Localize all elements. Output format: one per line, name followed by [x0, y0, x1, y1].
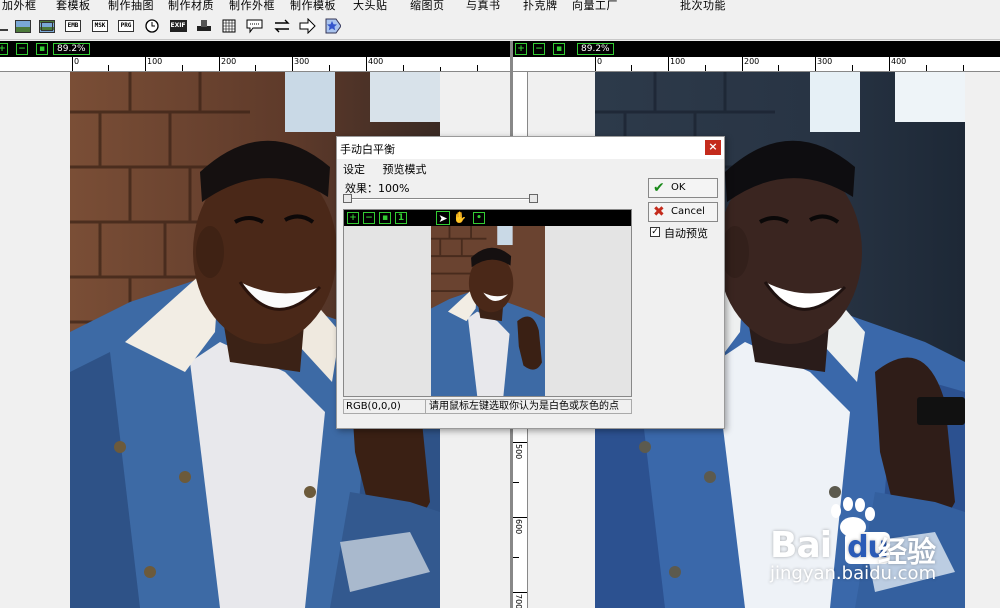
dialog-menu-settings[interactable]: 设定	[343, 163, 365, 176]
menu-item-add-frame[interactable]: 加外框	[2, 0, 37, 12]
preview-fit-icon[interactable]: ▪	[379, 212, 391, 224]
menu-item-vector[interactable]: 向量工厂	[572, 0, 618, 12]
zoom-out-icon[interactable]: −	[16, 43, 28, 55]
baidu-url: jingyan.baidu.com	[770, 563, 937, 584]
right-zoom-percent: 89.2%	[577, 43, 614, 55]
slider-thumb[interactable]	[529, 194, 538, 203]
left-canvas-bg	[0, 72, 70, 608]
zoom-out-icon-right[interactable]: −	[533, 43, 545, 55]
eyedropper-icon[interactable]: •	[473, 212, 485, 224]
close-icon[interactable]: ×	[705, 140, 721, 155]
clock-icon[interactable]	[143, 17, 161, 35]
menu-item-make-frame[interactable]: 制作外框	[229, 0, 275, 12]
prg-icon[interactable]: PRG	[117, 17, 135, 35]
arrow-right-icon[interactable]	[299, 17, 317, 35]
exif-icon[interactable]: EXIF	[169, 17, 187, 35]
menu-item-material[interactable]: 制作材质	[168, 0, 214, 12]
preview-frame: + − ▪ 1 ➤ ✋ •	[343, 209, 632, 397]
right-horizontal-ruler: 0 100 200 300 400	[513, 57, 1000, 72]
preview-toolbar: + − ▪ 1 ➤ ✋ •	[344, 210, 631, 226]
menu-item-book[interactable]: 与真书	[466, 0, 501, 12]
crop-icon[interactable]	[0, 17, 10, 35]
msk-icon[interactable]: MSK	[91, 17, 109, 35]
menu-item-thumbnail[interactable]: 缩图页	[410, 0, 445, 12]
image-icon[interactable]	[14, 17, 32, 35]
checkbox-box[interactable]: ✓	[650, 227, 660, 237]
calendar-icon[interactable]	[220, 17, 238, 35]
baidu-logo: Bai du	[770, 525, 890, 566]
checkmark-icon: ✔	[653, 180, 665, 196]
right-pane-zoom-bar: + − ▪ 89.2%	[513, 41, 1000, 57]
menu-item-template[interactable]: 套模板	[56, 0, 91, 12]
menu-item-photo-sticker[interactable]: 大头贴	[353, 0, 388, 12]
dialog-menu: 设定 预览模式	[343, 161, 441, 177]
preview-zoom-out-icon[interactable]: −	[363, 212, 375, 224]
preview-zoom-in-icon[interactable]: +	[347, 212, 359, 224]
fit-icon[interactable]: ▪	[36, 43, 48, 55]
dialog-title: 手动白平衡	[340, 143, 395, 156]
preview-image[interactable]	[431, 226, 545, 396]
zoom-in-icon-right[interactable]: +	[515, 43, 527, 55]
left-pane-zoom-bar: + − ▪ 89.2%	[0, 41, 510, 57]
stamp-icon[interactable]	[195, 17, 213, 35]
menu-item-batch[interactable]: 批次功能	[680, 0, 726, 12]
zoom-in-icon[interactable]: +	[0, 43, 8, 55]
app-window: 加外框 套模板 制作抽图 制作材质 制作外框 制作模板 大头贴 缩图页 与真书 …	[0, 0, 1000, 608]
ok-button[interactable]: ✔ OK	[648, 178, 718, 198]
slider-min-thumb[interactable]	[343, 194, 352, 203]
swap-icon[interactable]	[273, 17, 291, 35]
left-horizontal-ruler: 0 100 200 300 400	[0, 57, 510, 72]
dialog-status-bar: RGB(0,0,0) 请用鼠标左键选取你认为是白色或灰色的点	[343, 399, 632, 414]
menu-item-extract[interactable]: 制作抽图	[108, 0, 154, 12]
preview-actual-size-icon[interactable]: 1	[395, 212, 407, 224]
dialog-menu-preview-mode[interactable]: 预览模式	[383, 163, 427, 176]
star-icon[interactable]	[323, 17, 341, 35]
fit-icon-right[interactable]: ▪	[553, 43, 565, 55]
baidu-watermark: Bai du 经验 jingyan.baidu.com	[770, 497, 990, 597]
menu-item-make-template[interactable]: 制作模板	[290, 0, 336, 12]
auto-preview-label: 自动预览	[664, 227, 708, 240]
frame-icon[interactable]	[38, 17, 56, 35]
rgb-readout: RGB(0,0,0)	[343, 399, 425, 414]
menu-item-poker[interactable]: 扑克牌	[523, 0, 558, 12]
cancel-button[interactable]: ✖ Cancel	[648, 202, 718, 222]
menu-bar: 加外框 套模板 制作抽图 制作材质 制作外框 制作模板 大头贴 缩图页 与真书 …	[0, 0, 1000, 12]
x-icon: ✖	[653, 204, 665, 220]
dialog-titlebar[interactable]: 手动白平衡 ×	[337, 137, 724, 159]
effect-slider[interactable]	[343, 194, 543, 204]
speech-icon[interactable]	[246, 17, 264, 35]
emb-icon[interactable]: EMB	[64, 17, 82, 35]
toolbar: EMB MSK PRG EXIF	[0, 12, 1000, 40]
white-balance-dialog: 手动白平衡 × 设定 预览模式 效果：100% + − ▪ 1 ➤ ✋ • RG…	[336, 136, 725, 429]
pointer-icon[interactable]: ➤	[436, 211, 450, 225]
hint-text: 请用鼠标左键选取你认为是白色或灰色的点	[425, 399, 632, 414]
left-zoom-percent: 89.2%	[53, 43, 90, 55]
hand-icon[interactable]: ✋	[453, 211, 467, 225]
